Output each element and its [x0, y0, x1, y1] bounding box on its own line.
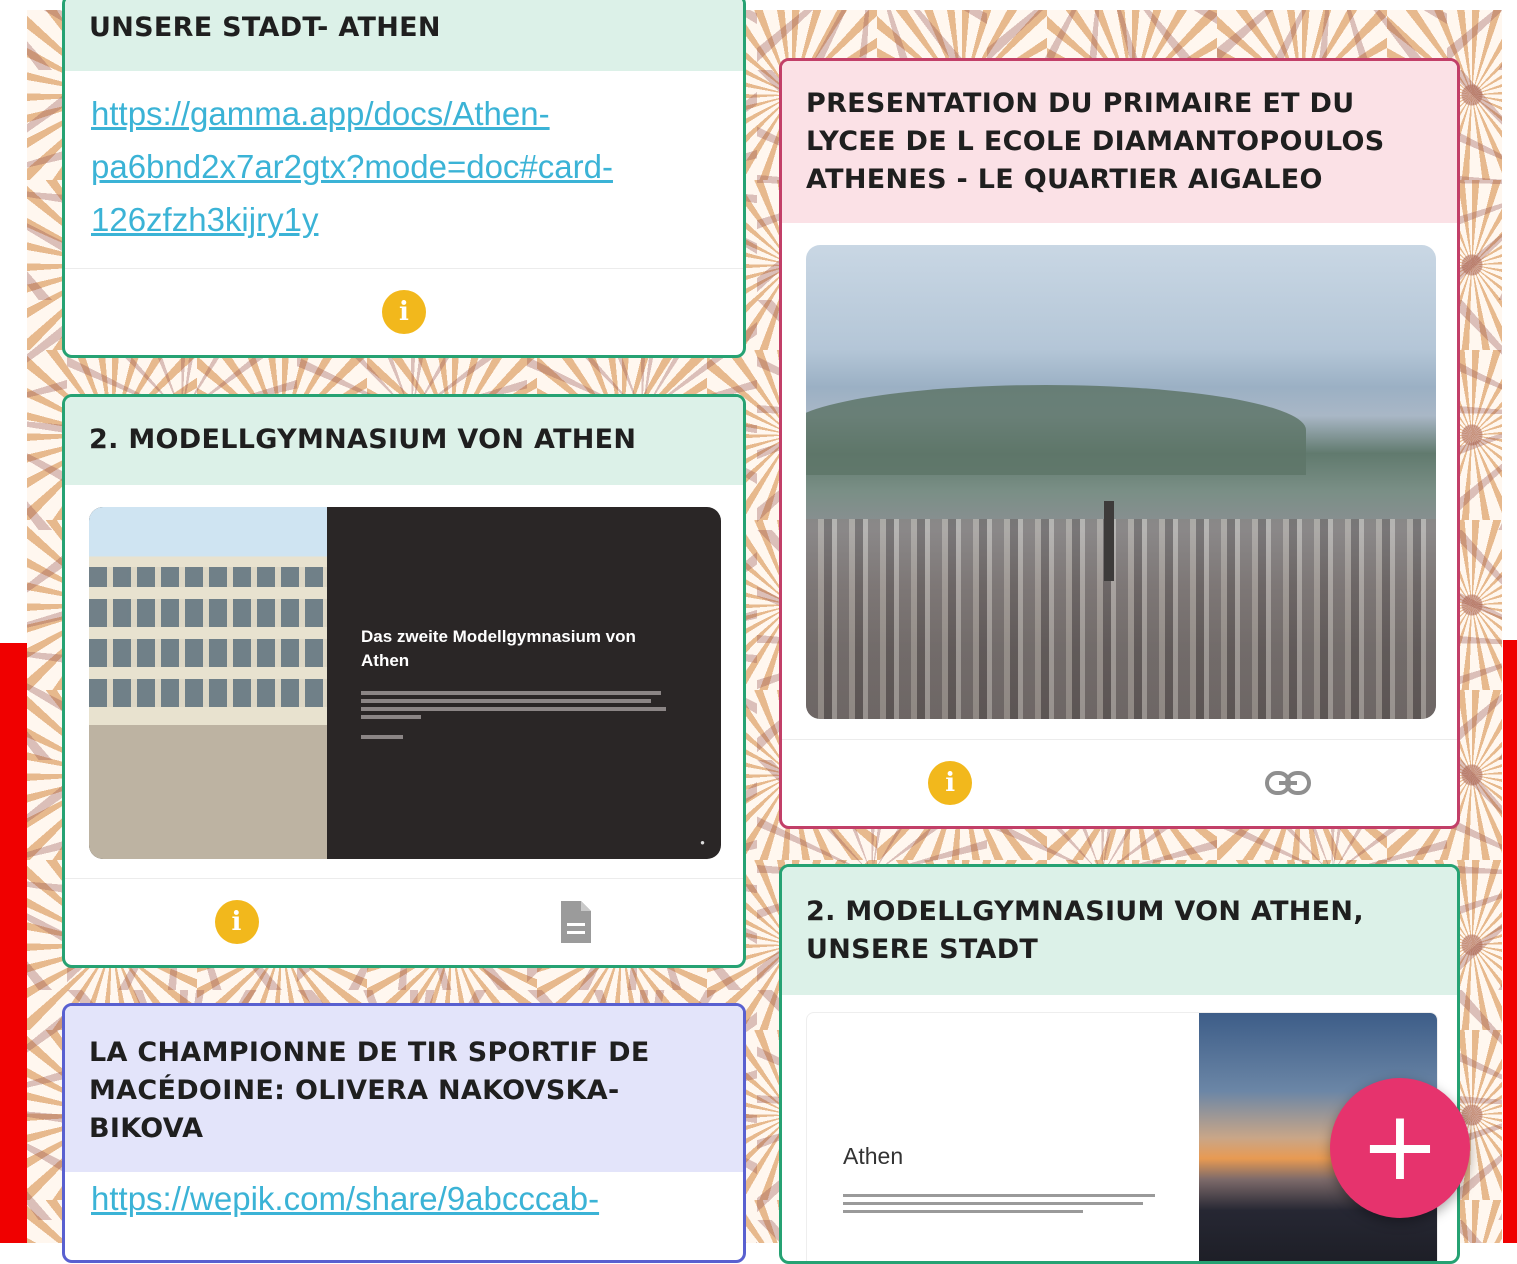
- document-icon[interactable]: [558, 899, 594, 945]
- info-icon[interactable]: i: [214, 900, 259, 944]
- post-title: 2. MODELLGYMNASIUM VON ATHEN: [65, 397, 743, 485]
- post-link[interactable]: https://gamma.app/docs/Athen-pa6bnd2x7ar…: [91, 95, 613, 238]
- info-icon[interactable]: i: [928, 761, 973, 805]
- info-icon[interactable]: i: [382, 290, 426, 334]
- post-title: LA CHAMPIONNE DE TIR SPORTIF DE MACÉDOIN…: [65, 1006, 743, 1172]
- preview-body-text: [361, 687, 671, 743]
- preview-title: Das zweite Modellgymnasium von Athen: [361, 627, 636, 670]
- post-footer: i: [65, 268, 743, 355]
- post-card-unsere-stadt[interactable]: UNSERE STADT- ATHEN https://gamma.app/do…: [62, 0, 746, 358]
- preview-badge: ●: [700, 838, 705, 847]
- post-title: 2. MODELLGYMNASIUM VON ATHEN, UNSERE STA…: [782, 867, 1457, 995]
- document-preview[interactable]: Das zweite Modellgymnasium von Athen ●: [89, 507, 721, 859]
- add-post-button[interactable]: +: [1330, 1078, 1470, 1218]
- link-icon[interactable]: [1264, 770, 1311, 796]
- preview-body-text: [843, 1189, 1157, 1218]
- post-link[interactable]: https://wepik.com/share/9abcccab-: [91, 1180, 599, 1217]
- athens-city-photo[interactable]: [806, 245, 1436, 719]
- post-title: PRESENTATION DU PRIMAIRE ET DU LYCEE DE …: [782, 61, 1457, 223]
- red-right-bar: [1503, 640, 1517, 1243]
- post-card-championne[interactable]: LA CHAMPIONNE DE TIR SPORTIF DE MACÉDOIN…: [62, 1003, 746, 1263]
- post-card-presentation[interactable]: PRESENTATION DU PRIMAIRE ET DU LYCEE DE …: [779, 58, 1460, 829]
- post-footer: i: [65, 878, 743, 965]
- preview-title: Athen: [843, 1143, 904, 1169]
- post-title: UNSERE STADT- ATHEN: [65, 0, 743, 71]
- post-card-modellgymnasium[interactable]: 2. MODELLGYMNASIUM VON ATHEN Das zweite …: [62, 394, 746, 968]
- post-footer: i: [782, 739, 1457, 826]
- school-building-image: [89, 507, 327, 859]
